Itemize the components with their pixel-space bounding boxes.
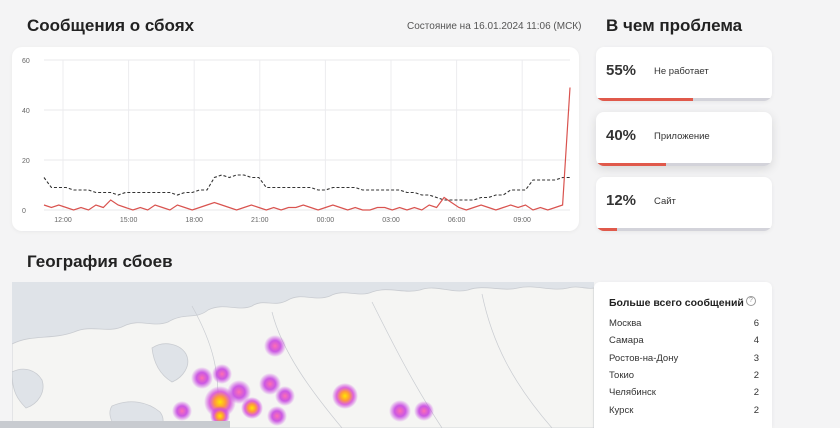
city-count: 2 — [753, 369, 759, 381]
problem-progress-fill — [596, 98, 693, 101]
status-timestamp: Состояние на 16.01.2024 11:06 (МСК) — [407, 21, 582, 32]
city-count: 6 — [753, 318, 759, 329]
top-cities-panel: Больше всего сообщений ? Москва 6 Самара 4 Р… — [594, 282, 772, 428]
outage-heatmap[interactable] — [12, 282, 594, 428]
heat-spot-hot — [332, 383, 358, 409]
city-name: Самара — [609, 335, 644, 347]
city-count: 4 — [753, 335, 759, 347]
city-name: Ростов-на-Дону — [609, 352, 679, 364]
x-tick-label: 06:00 — [448, 217, 466, 224]
heat-spot — [275, 386, 295, 406]
browser-status-strip — [0, 421, 230, 428]
problem-percent: 55% — [606, 62, 637, 79]
reports-series-line — [43, 87, 571, 211]
x-tick-label: 21:00 — [251, 217, 269, 224]
outage-line-chart: 0 20 40 60 12:00 15:00 18:00 21:00 00:00 03:00 06:… — [22, 58, 571, 224]
x-tick-label: 00:00 — [317, 217, 335, 224]
baseline-series-line — [43, 174, 570, 201]
city-row: Самара 4 — [609, 335, 759, 349]
y-tick-label: 40 — [22, 108, 30, 115]
y-tick-label: 20 — [22, 158, 30, 165]
city-name: Москва — [609, 318, 642, 329]
map-canvas — [12, 286, 594, 428]
city-count: 3 — [753, 352, 759, 364]
city-count: 2 — [753, 404, 759, 416]
y-tick-label: 0 — [22, 208, 26, 215]
problem-card-not-working[interactable]: 55% Не работает — [596, 47, 772, 101]
page-title: Сообщения о сбоях — [27, 16, 195, 35]
problem-percent: 12% — [606, 192, 637, 209]
city-name: Челябинск — [609, 387, 656, 399]
outage-chart-card: 0 20 40 60 12:00 15:00 18:00 21:00 00:00 03:00 06:… — [12, 47, 579, 231]
heat-spot-hot — [241, 397, 263, 419]
problem-label: Сайт — [654, 196, 676, 207]
problem-card-site[interactable]: 12% Сайт — [596, 177, 772, 231]
heat-spot — [267, 406, 287, 426]
problems-title: В чем проблема — [606, 16, 743, 35]
heat-spot — [414, 401, 434, 421]
heat-spot — [264, 335, 286, 357]
problem-label: Не работает — [654, 66, 709, 77]
heat-spot — [212, 364, 232, 384]
problem-progress-bar — [596, 228, 772, 231]
problem-card-app[interactable]: 40% Приложение — [596, 112, 772, 166]
city-count: 2 — [753, 387, 759, 399]
question-circle-icon[interactable]: ? — [746, 296, 756, 306]
city-row: Москва 6 — [609, 318, 759, 332]
city-name: Курск — [609, 404, 634, 416]
x-tick-label: 03:00 — [382, 217, 400, 224]
problem-progress-fill — [596, 228, 618, 231]
problem-progress-bar — [596, 98, 772, 101]
problem-progress-fill — [596, 163, 667, 166]
city-row: Ростов-на-Дону 3 — [609, 353, 759, 367]
x-tick-label: 12:00 — [54, 217, 72, 224]
x-tick-label: 09:00 — [513, 217, 531, 224]
top-cities-title: Больше всего сообщений — [609, 297, 744, 309]
city-row: Токио 2 — [609, 370, 759, 384]
y-tick-label: 60 — [22, 58, 30, 65]
city-name: Токио — [609, 369, 635, 381]
land-mass — [12, 286, 594, 428]
city-row: Челябинск 2 — [609, 387, 759, 401]
x-tick-label: 18:00 — [185, 217, 203, 224]
geography-title: География сбоев — [27, 252, 173, 271]
heat-spot — [389, 400, 411, 422]
city-row: Курск 2 — [609, 405, 759, 419]
problem-percent: 40% — [606, 127, 637, 144]
heat-spot — [172, 401, 192, 421]
heat-spot — [191, 367, 213, 389]
problem-progress-bar — [596, 163, 772, 166]
problem-label: Приложение — [654, 131, 710, 142]
x-tick-label: 15:00 — [120, 217, 138, 224]
